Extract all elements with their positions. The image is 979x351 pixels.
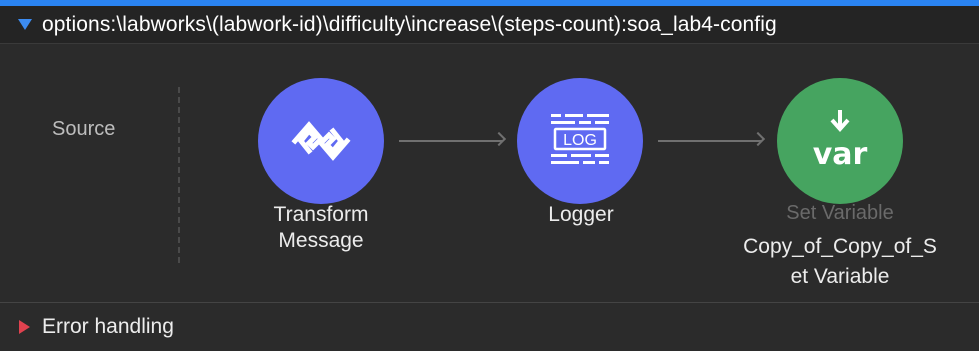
flow-title: options:\labworks\(labwork-id)\difficult… bbox=[42, 12, 777, 36]
flow-connector-2 bbox=[658, 140, 762, 142]
transform-message-node[interactable] bbox=[258, 78, 384, 204]
logger-label: Logger bbox=[548, 203, 614, 226]
set-variable-node[interactable]: var bbox=[777, 78, 903, 204]
set-variable-label: Copy_of_Copy_of_S et Variable bbox=[727, 232, 953, 292]
set-variable-label-line2: et Variable bbox=[790, 265, 890, 288]
source-label[interactable]: Source bbox=[52, 118, 115, 141]
transform-message-label-line1: Transform bbox=[273, 203, 369, 226]
transform-message-icon bbox=[291, 121, 351, 161]
flow-connector-1 bbox=[399, 140, 503, 142]
source-divider bbox=[178, 87, 180, 263]
logger-icon: LOG bbox=[551, 114, 609, 164]
flow-header[interactable]: options:\labworks\(labwork-id)\difficult… bbox=[0, 6, 979, 44]
flow-canvas: Source LOG var Transform Message Logger … bbox=[2, 45, 977, 302]
flow-container: options:\labworks\(labwork-id)\difficult… bbox=[0, 0, 979, 351]
collapse-triangle-icon[interactable] bbox=[18, 19, 32, 30]
set-variable-label-line1: Copy_of_Copy_of_S bbox=[743, 235, 937, 258]
set-variable-icon: var bbox=[813, 110, 868, 172]
error-handling-label: Error handling bbox=[42, 315, 174, 338]
transform-message-label: Transform Message bbox=[238, 202, 404, 254]
expand-triangle-icon[interactable] bbox=[19, 320, 30, 334]
error-handling-section[interactable]: Error handling bbox=[0, 303, 979, 351]
set-variable-type-label: Set Variable bbox=[786, 202, 894, 224]
logger-icon-text: LOG bbox=[563, 132, 597, 149]
logger-node[interactable]: LOG bbox=[517, 78, 643, 204]
set-variable-icon-text: var bbox=[813, 137, 868, 172]
transform-message-label-line2: Message bbox=[278, 229, 364, 252]
